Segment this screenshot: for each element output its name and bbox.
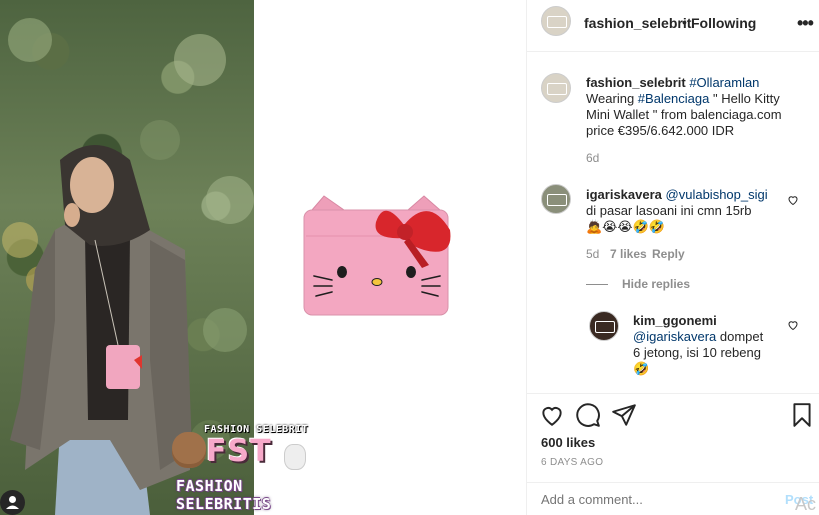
post-media[interactable]: FASHION SELEBRIT FST FASHION SELEBRITIS xyxy=(0,0,526,515)
caption-text-1: Wearing xyxy=(586,91,638,106)
comment-bubble-icon[interactable] xyxy=(575,402,601,428)
comment-username[interactable]: igariskavera xyxy=(586,187,662,202)
post-header: fashion_selebrit • Following ••• xyxy=(527,0,819,52)
reply-username[interactable]: kim_ggonemi xyxy=(633,313,717,328)
caption-avatar[interactable] xyxy=(541,73,571,103)
hide-replies-button[interactable]: Hide replies xyxy=(622,277,690,291)
cat-sticker-icon xyxy=(284,444,306,470)
comment-emoji: 🙇😭😭🤣🤣 xyxy=(586,219,665,234)
comment-body: di pasar lasoani ini cmn 15rb xyxy=(586,203,752,218)
tagged-user-icon[interactable] xyxy=(0,490,25,515)
add-comment-input[interactable] xyxy=(541,492,771,507)
add-comment-bar: Post xyxy=(527,482,819,515)
action-bar: 600 likes 6 DAYS AGO Post xyxy=(527,393,819,515)
like-comment-heart-icon[interactable] xyxy=(787,194,799,206)
comment-mention[interactable]: @vulabishop_sigi xyxy=(666,187,768,202)
fashion-selebrit-watermark: FASHION SELEBRIT FST FASHION SELEBRITIS xyxy=(172,422,342,513)
replies-divider xyxy=(586,284,608,285)
comment-likes[interactable]: 7 likes xyxy=(610,247,647,261)
comment-timestamp[interactable]: 5d xyxy=(586,247,599,261)
post-sidebar: fashion_selebrit • Following ••• fashion… xyxy=(526,0,819,515)
reply-text: kim_ggonemi @igariskavera dompet 6 jeton… xyxy=(633,313,773,377)
like-reply-heart-icon[interactable] xyxy=(787,319,799,331)
more-horizontal-icon[interactable]: ••• xyxy=(797,13,814,34)
reply-button[interactable]: Reply xyxy=(652,247,685,261)
likes-count[interactable]: 600 likes xyxy=(541,435,595,450)
caption-text: fashion_selebrit #Ollaramlan Wearing #Ba… xyxy=(586,75,806,139)
watermark-bottom-text: FASHION SELEBRITIS xyxy=(176,477,272,513)
hashtag-balenciaga[interactable]: #Balenciaga xyxy=(638,91,710,106)
reply-mention[interactable]: @igariskavera xyxy=(633,329,716,344)
comment-avatar[interactable] xyxy=(541,184,571,214)
header-separator: • xyxy=(682,14,687,30)
share-paper-plane-icon[interactable] xyxy=(611,402,637,428)
like-heart-icon[interactable] xyxy=(539,402,565,428)
reply-avatar[interactable] xyxy=(589,311,619,341)
caption-timestamp[interactable]: 6d xyxy=(586,151,599,165)
comment-text: igariskavera @vulabishop_sigi di pasar l… xyxy=(586,187,786,235)
post-age[interactable]: 6 DAYS AGO xyxy=(541,457,603,468)
author-avatar[interactable] xyxy=(541,6,571,36)
save-bookmark-icon[interactable] xyxy=(789,402,815,428)
comments-list: fashion_selebrit #Ollaramlan Wearing #Ba… xyxy=(527,53,819,393)
hashtag-ollaramlan[interactable]: #Ollaramlan xyxy=(689,75,759,90)
activation-overlay-text: Ac xyxy=(795,494,817,514)
reply-emoji: 🤣 xyxy=(633,361,650,376)
following-button[interactable]: Following xyxy=(691,15,756,31)
watermark-logo-text: FST xyxy=(206,434,272,469)
bear-sticker-icon xyxy=(172,432,206,468)
caption-username[interactable]: fashion_selebrit xyxy=(586,75,686,90)
author-username[interactable]: fashion_selebrit xyxy=(584,15,691,31)
